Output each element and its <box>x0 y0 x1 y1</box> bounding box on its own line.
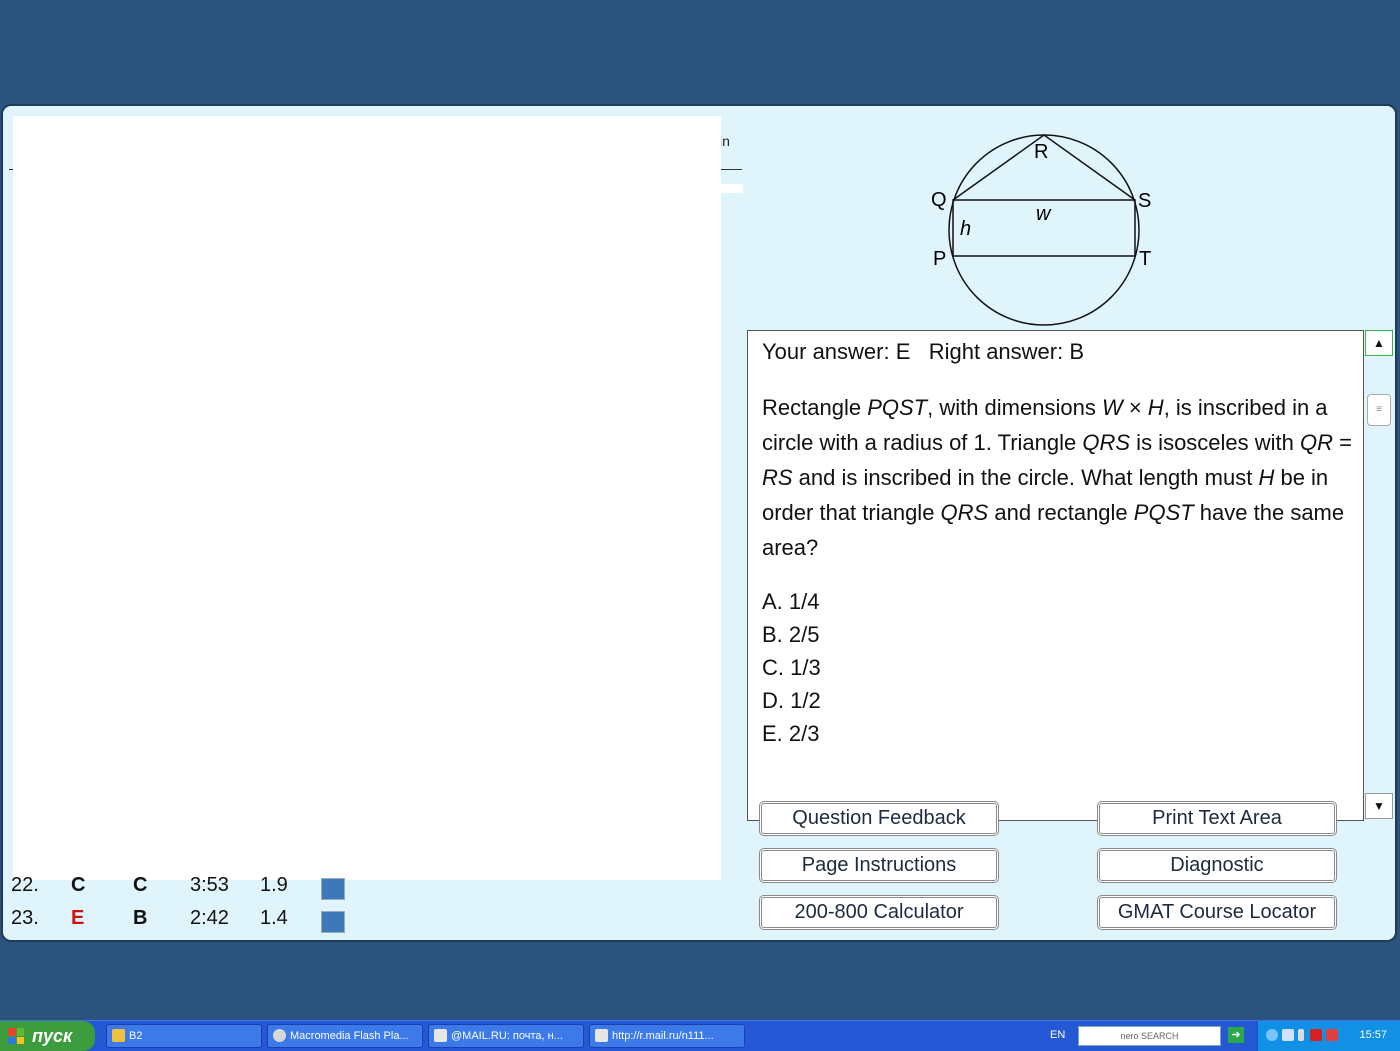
question-text-area[interactable]: Your answer: E Right answer: B Rectangle… <box>747 330 1364 821</box>
stem-text: = <box>1333 430 1352 455</box>
browser-page-icon <box>595 1029 608 1042</box>
stem-var: QRS <box>1082 430 1131 455</box>
windows-taskbar: пуск B2 Macromedia Flash Pla... @MAIL.RU… <box>0 1020 1400 1051</box>
volume-icon[interactable] <box>1298 1029 1304 1041</box>
calculator-button[interactable]: 200-800 Calculator <box>759 895 999 930</box>
windows-flag-icon <box>8 1028 24 1044</box>
results-panel: in 22. C C 3:53 1.9 23. E B 2:42 1.4 <box>3 106 743 940</box>
choice-c: C. 1/3 <box>762 655 821 680</box>
stem-var: QRS <box>940 500 989 525</box>
row-number: 23. <box>11 907 39 929</box>
course-locator-button[interactable]: GMAT Course Locator <box>1097 895 1337 930</box>
review-marker[interactable] <box>321 911 345 933</box>
gmat-results-window: in 22. C C 3:53 1.9 23. E B 2:42 1.4 R Q… <box>1 104 1397 942</box>
taskbar-item-label: @MAIL.RU: почта, н... <box>451 1030 563 1042</box>
scroll-down-icon[interactable]: ▼ <box>1365 793 1393 819</box>
stem-var: QR <box>1300 430 1334 455</box>
stem-text: and is inscribed in the circle. What len… <box>792 465 1259 490</box>
nero-search-box[interactable]: nero SEARCH <box>1078 1026 1221 1046</box>
start-label: пуск <box>32 1026 73 1046</box>
scroll-up-icon[interactable]: ▲ <box>1365 330 1393 356</box>
question-scrollbar[interactable]: ▲ ≡ ▼ <box>1365 330 1395 821</box>
start-button[interactable]: пуск <box>0 1021 95 1051</box>
review-marker[interactable] <box>321 878 345 900</box>
stem-var: W <box>1101 395 1123 420</box>
stem-text: × <box>1122 395 1148 420</box>
question-content: Your answer: E Right answer: B Rectangle… <box>762 337 1354 750</box>
clock: 15:57 <box>1359 1029 1387 1041</box>
choice-b: B. 2/5 <box>762 622 820 647</box>
flash-player-icon <box>273 1029 286 1042</box>
circumscribed-circle <box>948 134 1140 326</box>
go-arrow-icon[interactable]: ➔ <box>1228 1027 1244 1043</box>
browser-page-icon <box>434 1029 447 1042</box>
time-spent: 2:42 <box>190 907 229 929</box>
taskbar-item-b2[interactable]: B2 <box>106 1024 262 1048</box>
stem-var: PQST <box>1133 500 1194 525</box>
taskbar-item-browser[interactable]: http://r.mail.ru/n111... <box>589 1024 745 1048</box>
row-number: 22. <box>11 874 39 896</box>
back-icon[interactable] <box>1266 1029 1278 1041</box>
print-text-area-button[interactable]: Print Text Area <box>1097 801 1337 836</box>
stem-var: PQST <box>867 395 928 420</box>
results-blank-overlay <box>13 116 721 880</box>
choice-a: A. 1/4 <box>762 589 820 614</box>
label-h: h <box>960 218 971 240</box>
page-instructions-button[interactable]: Page Instructions <box>759 848 999 883</box>
taskbar-item-mail[interactable]: @MAIL.RU: почта, н... <box>428 1024 584 1048</box>
folder-icon <box>112 1029 125 1042</box>
geometry-diagram: R Q S P T h w <box>931 134 1151 326</box>
stem-var: H <box>1258 465 1275 490</box>
label-q: Q <box>931 189 947 211</box>
network-icon[interactable] <box>1282 1029 1294 1041</box>
stem-text: and rectangle <box>988 500 1134 525</box>
results-header-band <box>721 184 743 193</box>
stem-text: , with dimensions <box>927 395 1102 420</box>
choice-e: E. 2/3 <box>762 721 820 746</box>
result-row[interactable]: 23. E B 2:42 1.4 <box>3 907 403 937</box>
stem-text: is isosceles with <box>1130 430 1301 455</box>
label-t: T <box>1139 248 1151 270</box>
answer-summary: Your answer: E Right answer: B <box>762 339 1085 364</box>
taskbar-item-label: Macromedia Flash Pla... <box>290 1030 409 1042</box>
label-r: R <box>1034 141 1048 163</box>
your-answer: E <box>71 907 85 929</box>
choice-d: D. 1/2 <box>762 688 821 713</box>
stem-var: RS <box>762 465 793 490</box>
taskbar-item-label: http://r.mail.ru/n111... <box>612 1030 714 1042</box>
question-stem: Rectangle PQST, with dimensions W × H, i… <box>762 390 1354 565</box>
label-s: S <box>1138 190 1151 212</box>
question-feedback-button[interactable]: Question Feedback <box>759 801 999 836</box>
taskbar-item-label: B2 <box>129 1030 143 1042</box>
answer-choices: A. 1/4 B. 2/5 C. 1/3 D. 1/2 E. 2/3 <box>762 585 1354 750</box>
stem-var: H <box>1147 395 1164 420</box>
your-answer: C <box>71 874 86 896</box>
time-spent: 3:53 <box>190 874 229 896</box>
antivirus-icon[interactable] <box>1310 1029 1322 1041</box>
label-w: w <box>1036 203 1052 225</box>
scroll-thumb[interactable]: ≡ <box>1367 394 1391 426</box>
taskbar-item-flash-player[interactable]: Macromedia Flash Pla... <box>267 1024 423 1048</box>
right-answer: B <box>133 907 148 929</box>
stem-text: Rectangle <box>762 395 868 420</box>
language-indicator[interactable]: EN <box>1050 1029 1065 1041</box>
difficulty: 1.4 <box>260 907 288 929</box>
right-answer: C <box>133 874 148 896</box>
result-row[interactable]: 22. C C 3:53 1.9 <box>3 874 403 904</box>
system-tray: 15:57 <box>1257 1021 1400 1051</box>
label-p: P <box>933 248 946 270</box>
agent-icon[interactable] <box>1326 1029 1338 1041</box>
difficulty: 1.9 <box>260 874 288 896</box>
diagnostic-button[interactable]: Diagnostic <box>1097 848 1337 883</box>
